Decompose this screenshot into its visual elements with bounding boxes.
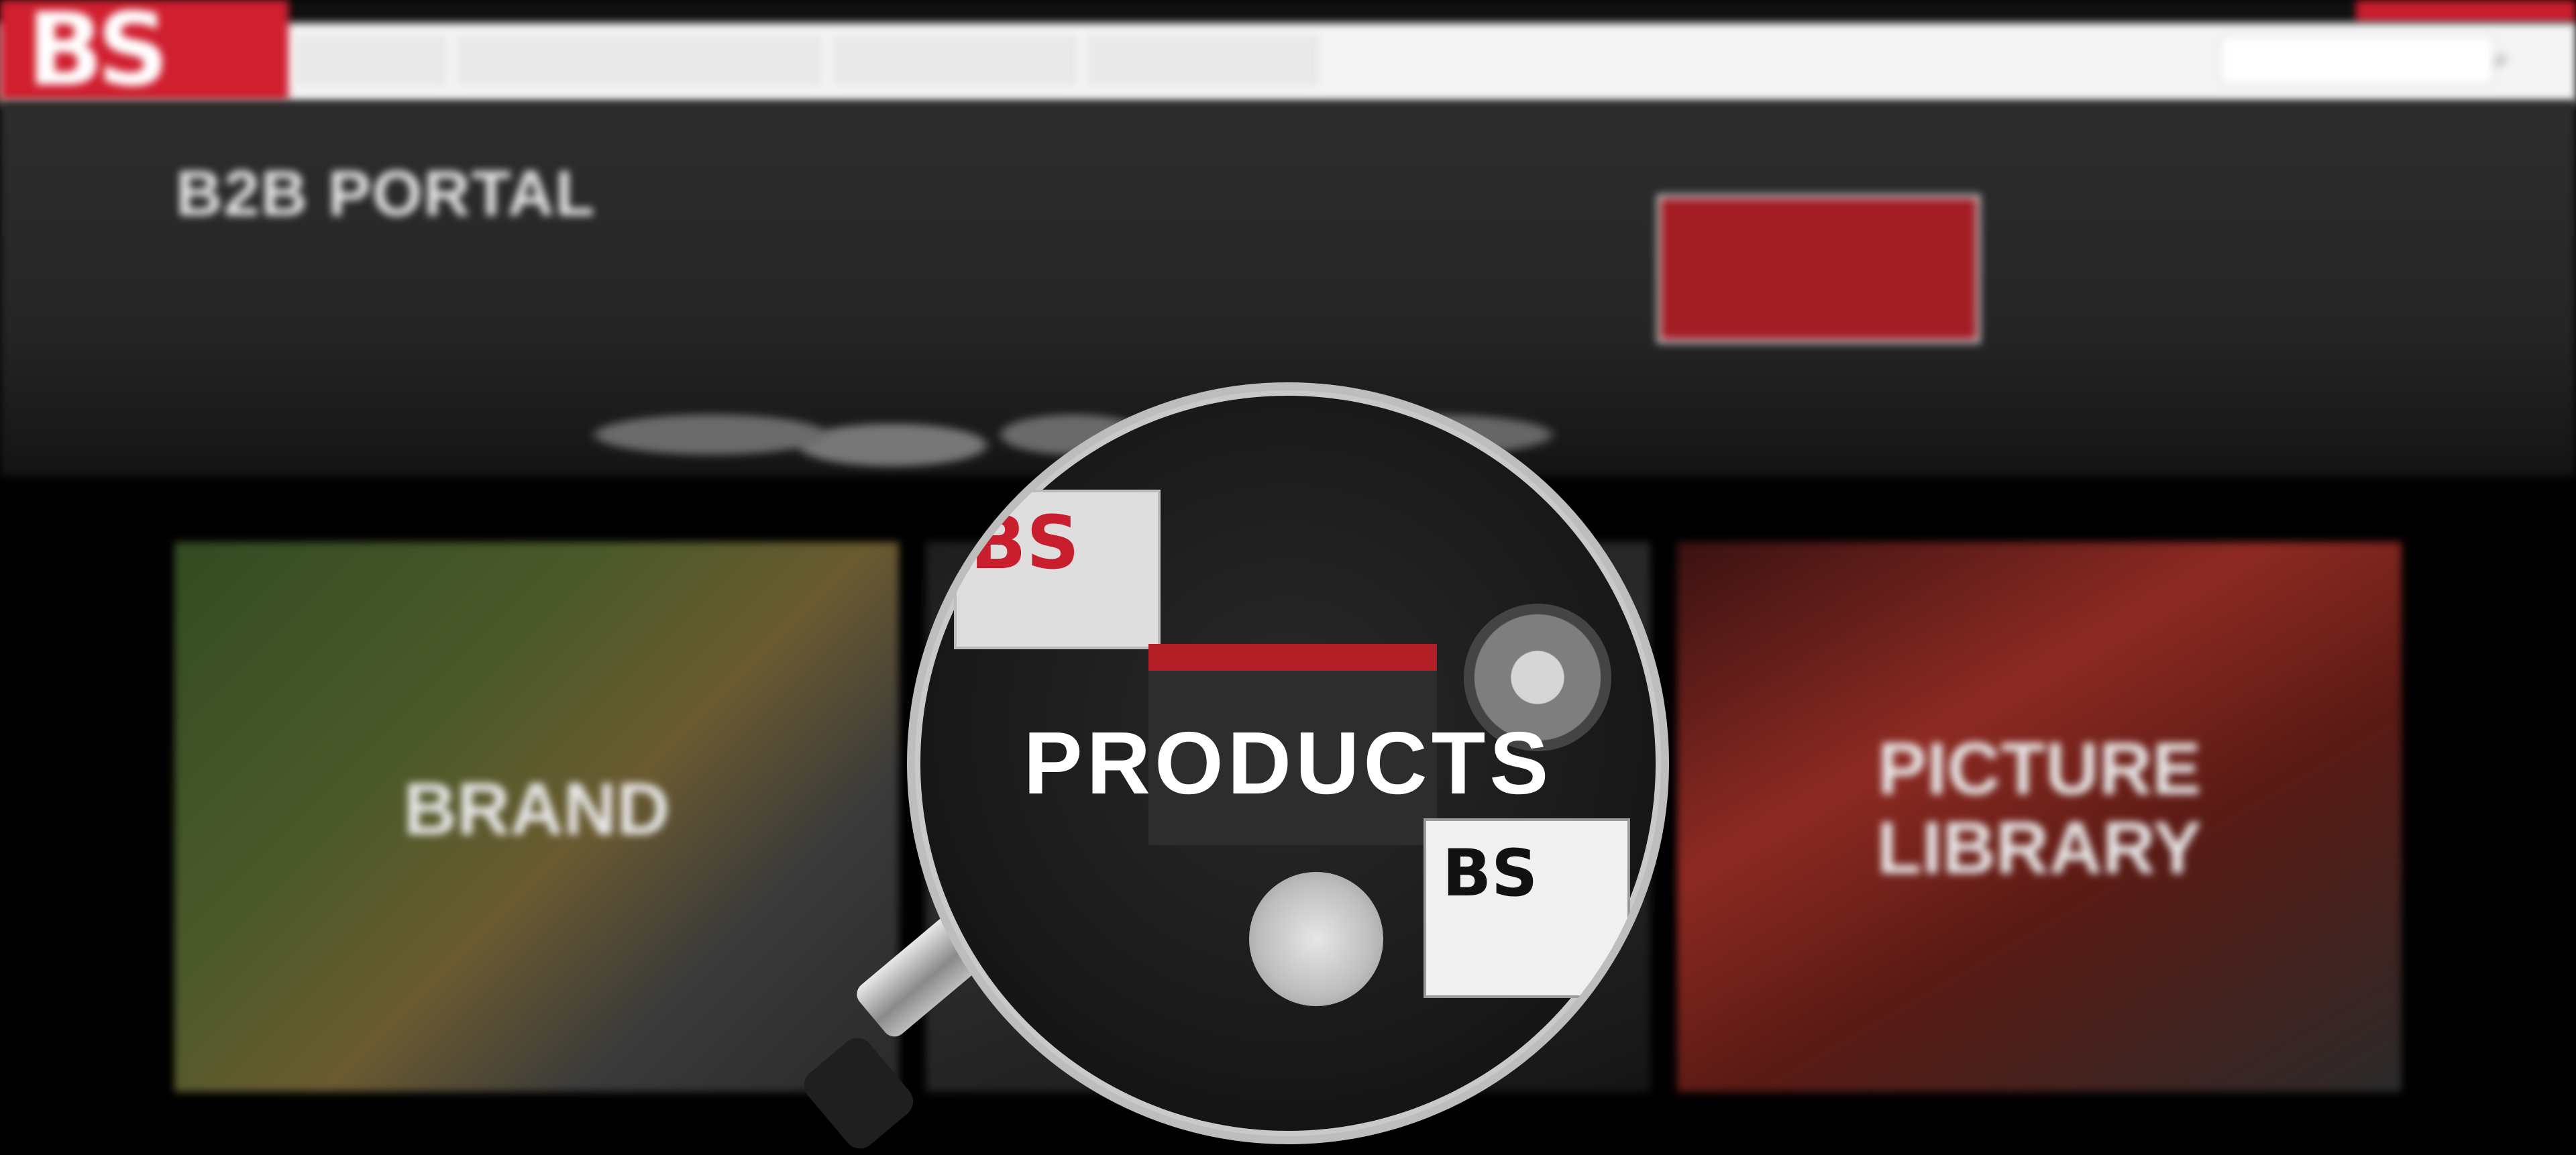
nav-item-4[interactable] bbox=[1087, 35, 1316, 86]
magnifier-rim bbox=[907, 382, 1669, 1144]
nav-item-2[interactable] bbox=[456, 35, 820, 86]
search-input[interactable] bbox=[2220, 36, 2494, 85]
top-link-3[interactable] bbox=[1999, 1, 2059, 19]
tile-brand-label: BRAND bbox=[403, 768, 670, 850]
tile-brand[interactable]: BRAND bbox=[174, 542, 899, 1092]
top-red-link[interactable] bbox=[2356, 0, 2576, 23]
tile-picture-library-line-1: PICTURE bbox=[1877, 728, 2202, 810]
top-utility-bar bbox=[0, 0, 2576, 23]
top-link-5[interactable] bbox=[2227, 1, 2328, 19]
tile-picture-library-line-2: LIBRARY bbox=[1876, 807, 2202, 889]
top-link-2[interactable] bbox=[1892, 1, 1966, 19]
top-link-1[interactable] bbox=[1784, 1, 1858, 19]
hero-title: B2B PORTAL bbox=[176, 158, 596, 229]
nav-item-1[interactable] bbox=[295, 35, 444, 86]
search-icon[interactable]: ⌕ bbox=[2485, 42, 2518, 75]
hero-red-sign bbox=[1657, 195, 1980, 343]
logo-text: BS bbox=[27, 0, 169, 109]
top-link-4[interactable] bbox=[2086, 1, 2200, 19]
tile-picture-library[interactable]: PICTURE LIBRARY bbox=[1677, 542, 2402, 1092]
nav-item-3[interactable] bbox=[832, 35, 1075, 86]
brand-logo[interactable]: BS bbox=[0, 0, 288, 101]
